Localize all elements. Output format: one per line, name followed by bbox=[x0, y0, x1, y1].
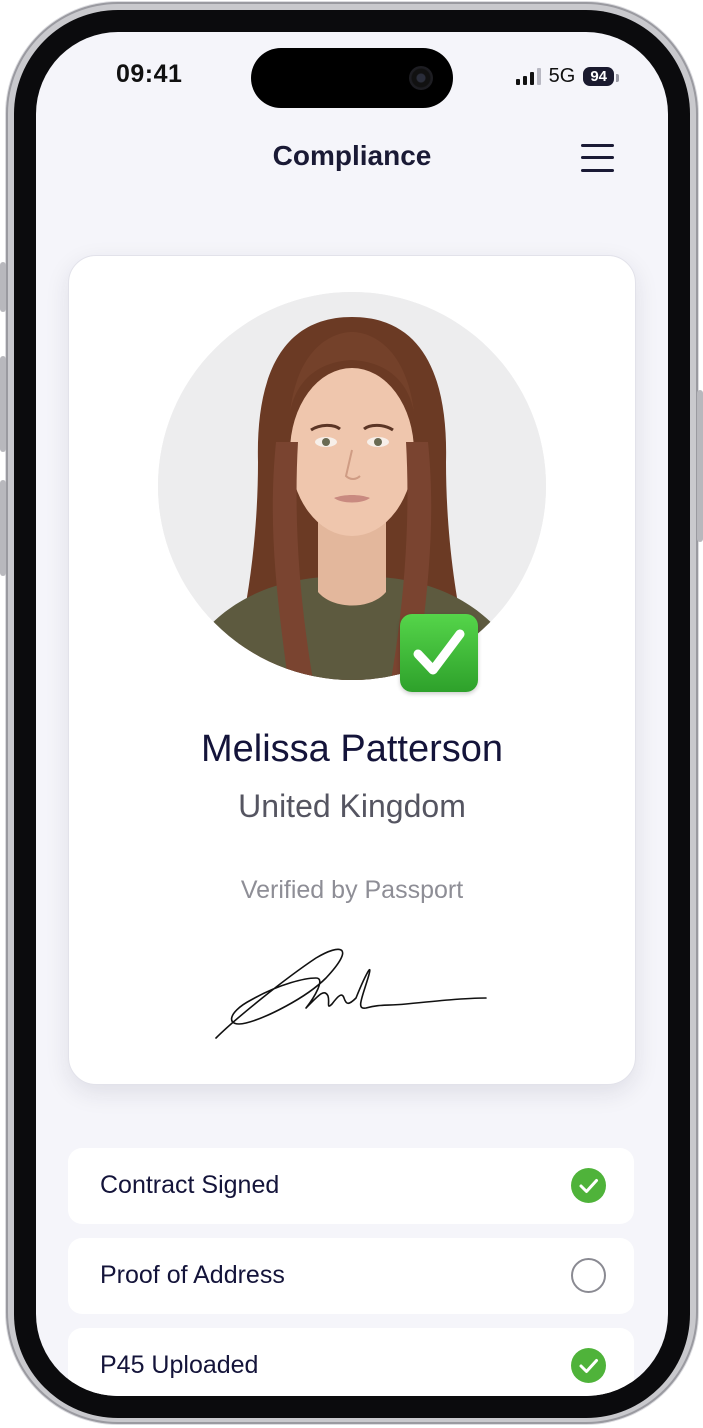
status-indicators: 5G 94 bbox=[515, 62, 619, 90]
person-name: Melissa Patterson bbox=[200, 728, 503, 770]
person-country: United Kingdom bbox=[238, 788, 466, 824]
camera-icon bbox=[409, 66, 433, 90]
signal-icon bbox=[515, 67, 541, 85]
checklist-item-p45[interactable]: P45 Uploaded bbox=[68, 1328, 634, 1396]
menu-icon[interactable] bbox=[581, 144, 614, 172]
power-button bbox=[697, 390, 703, 542]
battery-icon: 94 bbox=[583, 66, 619, 86]
volume-up-button bbox=[0, 356, 6, 452]
volume-down-button bbox=[0, 480, 6, 576]
checklist-item-contract[interactable]: Contract Signed bbox=[68, 1148, 634, 1224]
page-title: Compliance bbox=[272, 140, 432, 171]
checklist-label: P45 Uploaded bbox=[100, 1351, 259, 1379]
signature-image bbox=[215, 948, 487, 1039]
check-circle-icon bbox=[571, 1168, 606, 1203]
profile-photo bbox=[158, 292, 546, 680]
verification-method: Verified by Passport bbox=[240, 876, 464, 904]
network-label: 5G bbox=[548, 64, 576, 87]
app-screen: 09:41 5G 94 Compliance Melissa Patterson… bbox=[36, 32, 668, 1396]
empty-circle-icon bbox=[571, 1258, 606, 1293]
verified-check-icon bbox=[400, 614, 478, 692]
status-time: 09:41 bbox=[116, 60, 183, 88]
check-circle-icon bbox=[571, 1348, 606, 1383]
checklist-label: Contract Signed bbox=[100, 1171, 280, 1199]
silent-switch bbox=[0, 262, 6, 312]
checklist-item-address[interactable]: Proof of Address bbox=[68, 1238, 634, 1314]
checklist-label: Proof of Address bbox=[100, 1261, 285, 1289]
dynamic-island bbox=[251, 48, 453, 108]
